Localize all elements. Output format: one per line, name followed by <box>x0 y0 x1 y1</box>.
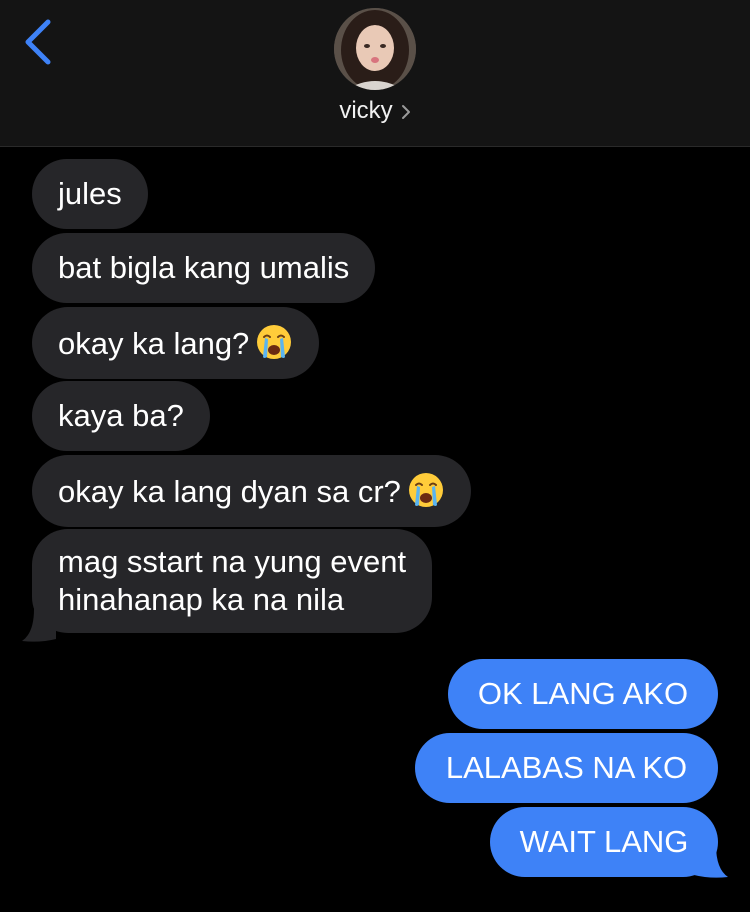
back-button[interactable] <box>18 16 58 68</box>
incoming-message[interactable]: jules <box>32 159 148 229</box>
chevron-left-icon <box>25 19 51 65</box>
conversation-header: vicky <box>0 0 750 147</box>
outgoing-message[interactable]: LALABAS NA KO <box>415 733 718 803</box>
message-text: hinahanap ka na nila <box>58 582 345 617</box>
message-text: jules <box>58 176 122 211</box>
chevron-right-icon <box>401 104 410 119</box>
avatar[interactable] <box>334 8 416 90</box>
message-thread: jules bat bigla kang umalis okay ka lang… <box>0 147 750 912</box>
bubble-tail <box>22 609 56 642</box>
incoming-message[interactable]: mag sstart na yung event hinahanap ka na… <box>32 529 433 633</box>
incoming-message[interactable]: kaya ba? <box>32 381 210 451</box>
bubble-tail <box>694 845 728 878</box>
incoming-message[interactable]: bat bigla kang umalis <box>32 233 376 303</box>
crying-face-icon <box>408 473 443 507</box>
outgoing-message[interactable]: WAIT LANG <box>490 807 718 877</box>
contact-name: vicky <box>339 97 393 124</box>
incoming-message[interactable]: okay ka lang dyan sa cr? <box>32 455 471 527</box>
message-text: LALABAS NA KO <box>445 750 688 785</box>
message-text: okay ka lang dyan sa cr? <box>58 474 401 509</box>
message-text: bat bigla kang umalis <box>58 250 350 285</box>
crying-face-icon <box>257 325 292 359</box>
contact-name-button[interactable]: vicky <box>0 97 750 125</box>
outgoing-message[interactable]: OK LANG AKO <box>448 659 718 729</box>
message-text: kaya ba? <box>58 398 184 433</box>
message-text: okay ka lang? <box>58 326 250 361</box>
incoming-message[interactable]: okay ka lang? <box>32 307 320 379</box>
message-text: mag sstart na yung event <box>58 544 407 579</box>
message-text: WAIT LANG <box>519 824 689 859</box>
message-text: OK LANG AKO <box>477 676 689 711</box>
